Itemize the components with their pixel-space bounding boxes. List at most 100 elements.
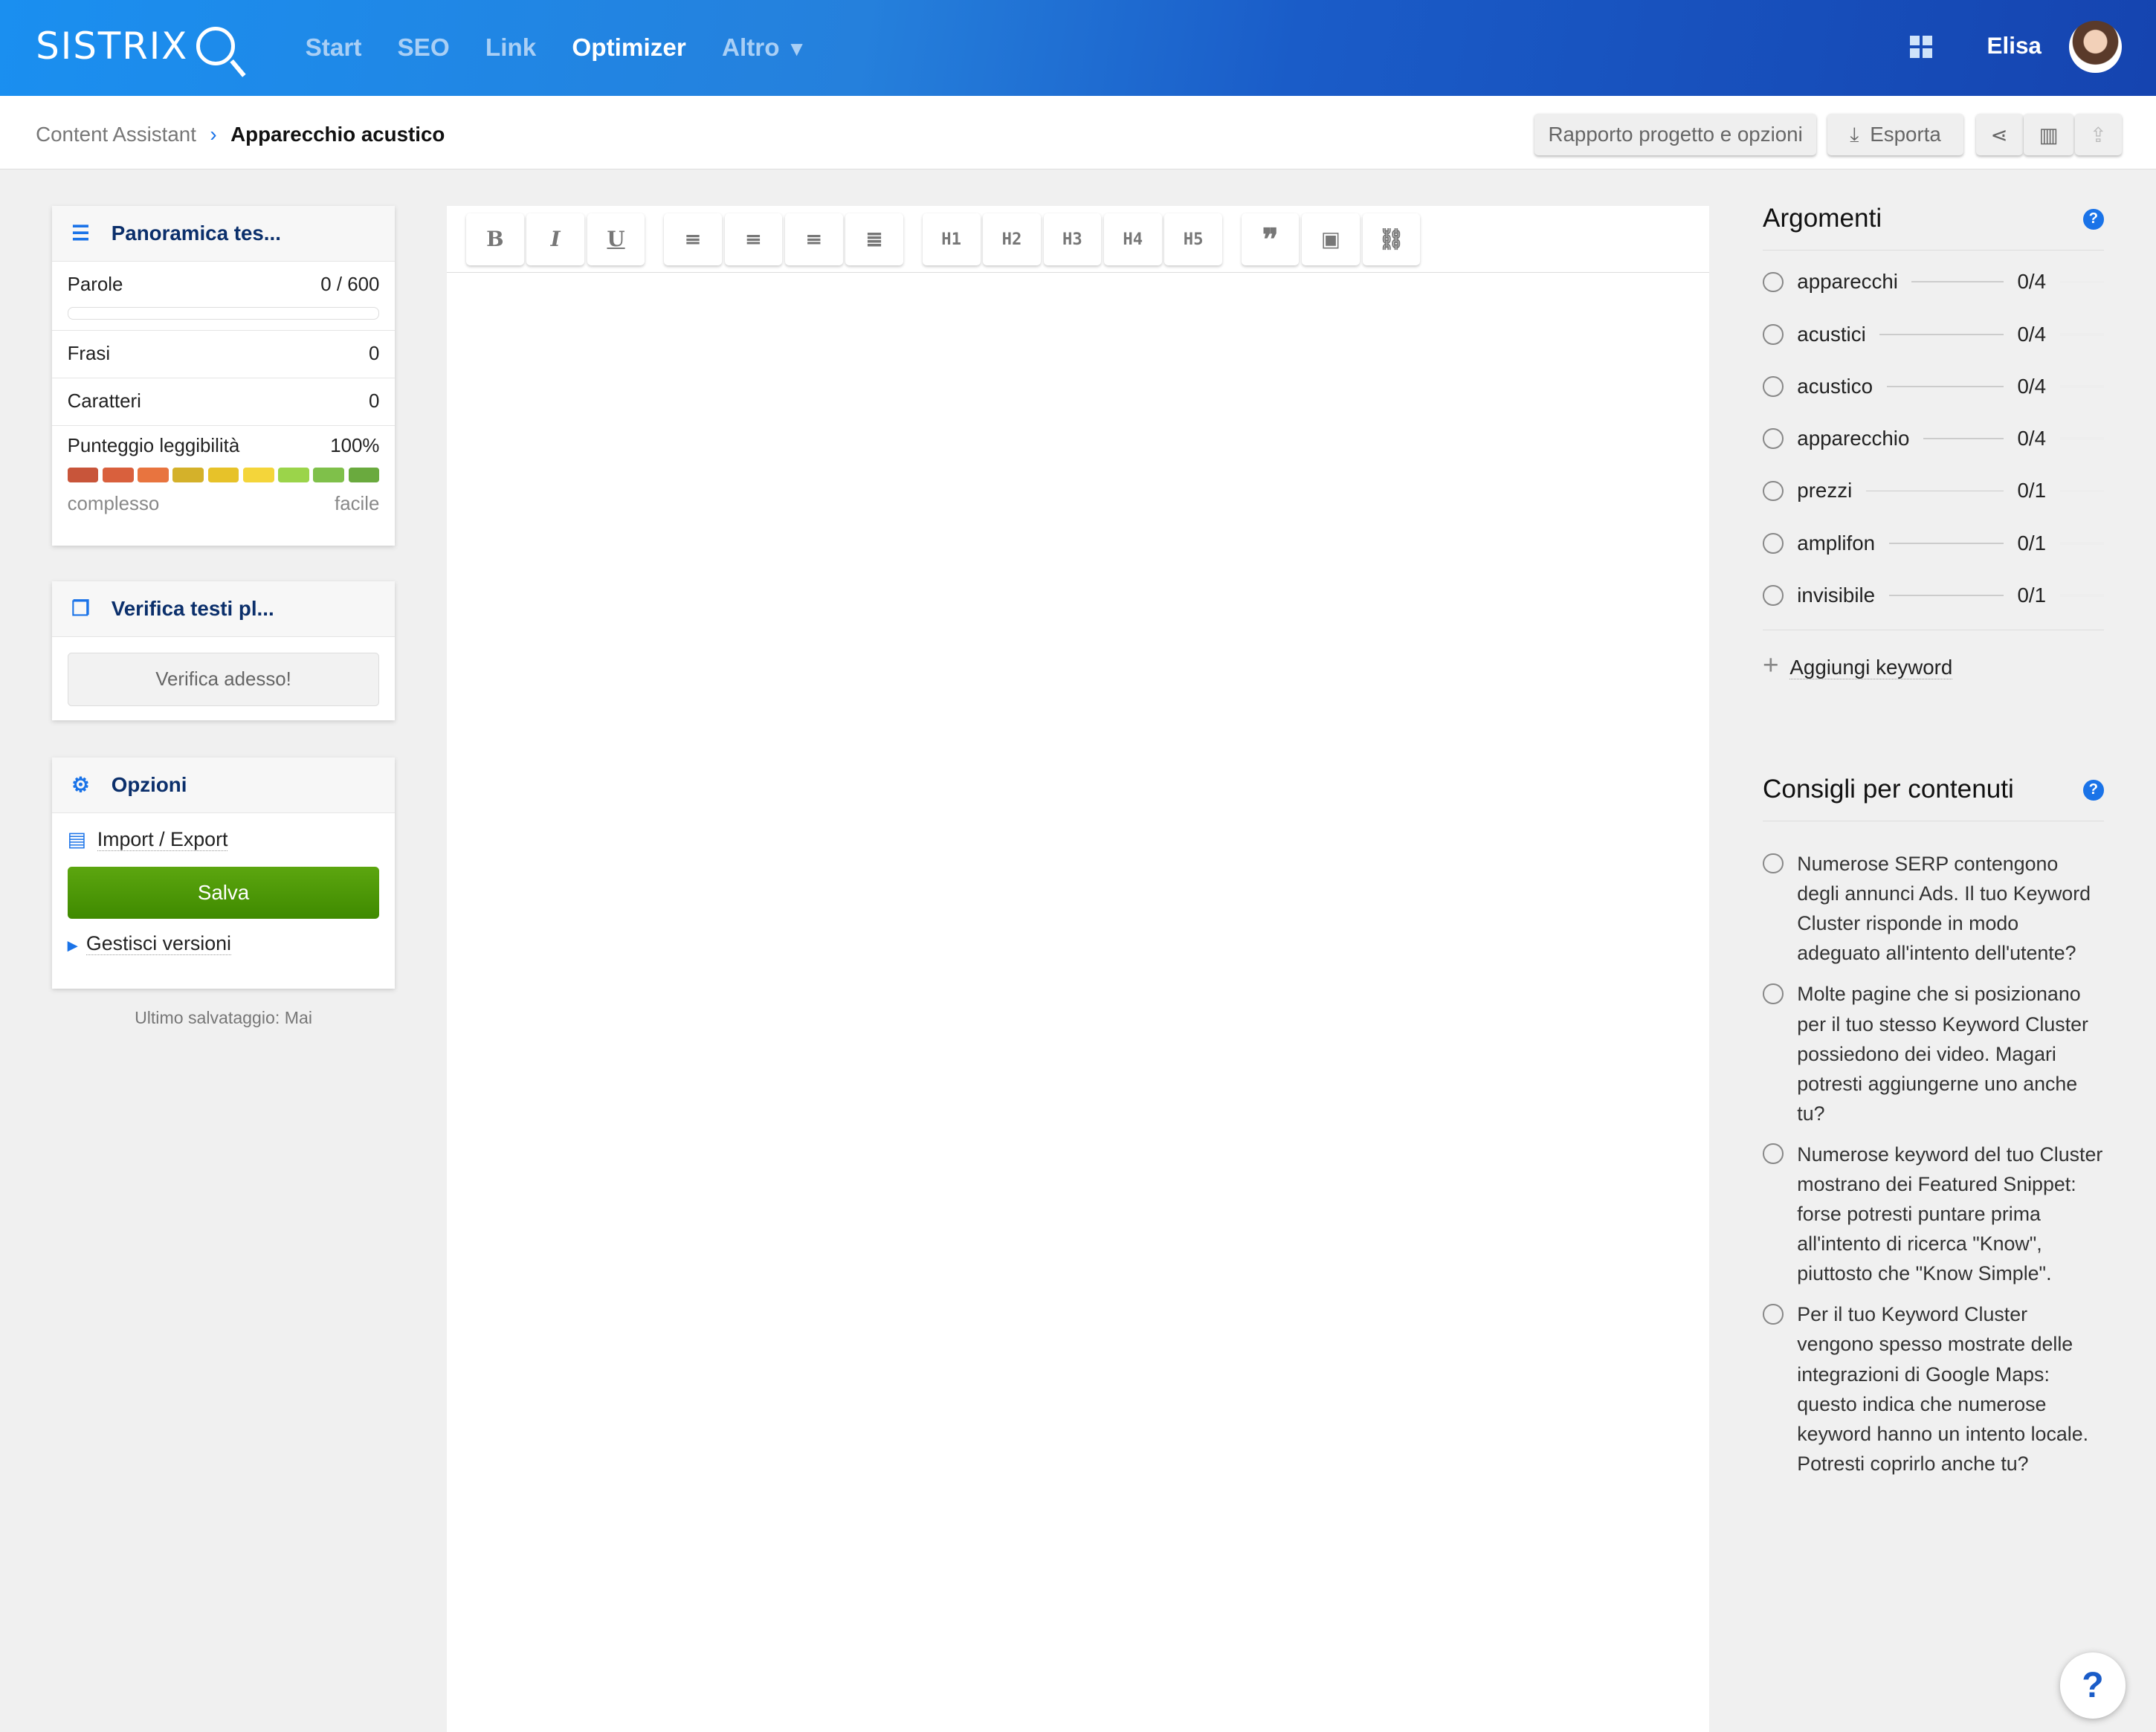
h5-button[interactable]: H5: [1164, 213, 1222, 265]
keyword-label: acustici: [1797, 322, 1866, 346]
options-panel: ⚙ Opzioni ▤ Import / Export Salva ▶ Gestisc…: [52, 757, 395, 989]
radio-circle-icon[interactable]: [1763, 271, 1784, 293]
h4-button[interactable]: H4: [1104, 213, 1162, 265]
radio-circle-icon[interactable]: [1763, 376, 1784, 397]
align-left-icon[interactable]: ≡: [664, 213, 722, 265]
readability-segment: [67, 467, 99, 482]
readability-segment: [242, 467, 274, 482]
export-label: Esporta: [1870, 123, 1941, 146]
import-export-link[interactable]: Import / Export: [97, 828, 228, 852]
radio-circle-icon[interactable]: [1763, 1143, 1784, 1165]
nav-link[interactable]: Link: [485, 34, 536, 62]
keyword-label: apparecchi: [1797, 270, 1898, 294]
keyword-item[interactable]: prezzi 0/1: [1763, 465, 2104, 517]
underline-button[interactable]: U: [587, 213, 645, 265]
keyword-count: 0/1: [2017, 584, 2047, 607]
top-navbar: SISTRIX Start SEO Link Optimizer Altro ▼…: [0, 0, 2156, 97]
keyword-item[interactable]: acustico 0/4: [1763, 361, 2104, 413]
align-center-icon[interactable]: ≡: [785, 213, 843, 265]
check-now-button[interactable]: Verifica adesso!: [67, 652, 380, 706]
keyword-leader-line: [1888, 595, 2004, 596]
radio-circle-icon[interactable]: [1763, 853, 1784, 874]
options-title: Opzioni: [111, 773, 187, 797]
logo-text: SISTRIX: [36, 25, 189, 68]
radio-circle-icon[interactable]: [1763, 428, 1784, 450]
keyword-label: amplifon: [1797, 531, 1876, 555]
radio-circle-icon[interactable]: [1763, 983, 1784, 1004]
words-progress-bar: [67, 306, 380, 320]
align-right-icon[interactable]: ≡: [725, 213, 783, 265]
bold-button[interactable]: B: [466, 213, 524, 265]
overview-panel: ☰ Panoramica tes... Parole 0 / 600 Frasi 0 …: [52, 206, 395, 546]
keyword-count: 0/1: [2017, 479, 2047, 503]
radio-circle-icon[interactable]: [1763, 585, 1784, 606]
report-options-button[interactable]: Rapporto progetto e opzioni: [1534, 114, 1817, 155]
tip-item[interactable]: Molte pagine che si posizionano per il t…: [1763, 979, 2104, 1128]
chars-value: 0: [369, 391, 380, 413]
share-button[interactable]: ⋖: [1975, 114, 2023, 155]
chars-label: Caratteri: [67, 391, 141, 413]
image-icon[interactable]: ▣: [1302, 213, 1360, 265]
readability-scale: [52, 467, 395, 482]
keyword-progress-bar: [2059, 437, 2104, 441]
save-button[interactable]: Salva: [67, 866, 380, 919]
keyword-item[interactable]: apparecchi 0/4: [1763, 256, 2104, 308]
keyword-progress-bar: [2059, 332, 2104, 336]
caret-right-icon: ▶: [67, 937, 78, 954]
keyword-item[interactable]: acustici 0/4: [1763, 308, 2104, 361]
export-button[interactable]: ⤓ Esporta: [1827, 114, 1964, 155]
readability-segment: [313, 467, 345, 482]
h1-button[interactable]: H1: [923, 213, 981, 265]
link-icon[interactable]: ⛓: [1363, 213, 1421, 265]
nav-seo[interactable]: SEO: [397, 34, 449, 62]
user-name[interactable]: Elisa: [1987, 33, 2042, 59]
keyword-item[interactable]: apparecchio 0/4: [1763, 413, 2104, 465]
book-button[interactable]: ▥: [2024, 114, 2074, 155]
italic-button[interactable]: I: [526, 213, 584, 265]
keyword-count: 0/1: [2017, 531, 2047, 555]
quote-icon[interactable]: ❞: [1242, 213, 1300, 265]
tip-item[interactable]: Numerose keyword del tuo Cluster mostran…: [1763, 1140, 2104, 1289]
align-justify-icon[interactable]: ≣: [845, 213, 903, 265]
radio-circle-icon[interactable]: [1763, 532, 1784, 554]
upload-button[interactable]: ⇪: [2074, 114, 2122, 155]
keyword-item[interactable]: amplifon 0/1: [1763, 517, 2104, 569]
plagiarism-title[interactable]: Verifica testi pl...: [112, 597, 274, 620]
h2-button[interactable]: H2: [983, 213, 1041, 265]
breadcrumb-parent[interactable]: Content Assistant: [36, 123, 196, 146]
radio-circle-icon[interactable]: [1763, 323, 1784, 345]
nav-optimizer[interactable]: Optimizer: [572, 34, 686, 62]
readability-segment: [348, 467, 380, 482]
share-icon: ⋖: [1990, 123, 2008, 146]
avatar[interactable]: [2069, 20, 2122, 73]
list-icon: ☰: [71, 222, 91, 245]
manage-versions-link[interactable]: Gestisci versioni: [85, 932, 231, 956]
last-save-status: Ultimo salvataggio: Mai: [135, 1007, 312, 1027]
radio-circle-icon[interactable]: [1763, 480, 1784, 502]
keyword-progress-bar: [2059, 280, 2104, 284]
keyword-label: acustico: [1797, 374, 1873, 398]
add-keyword-link[interactable]: Aggiungi keyword: [1789, 656, 1953, 680]
readability-segment: [278, 467, 309, 482]
help-icon[interactable]: ?: [2082, 209, 2104, 230]
overview-title[interactable]: Panoramica tes...: [112, 222, 281, 245]
apps-grid-icon[interactable]: [1909, 36, 1932, 58]
plus-icon: +: [1763, 650, 1779, 681]
readability-segment: [138, 467, 169, 482]
keyword-leader-line: [1865, 490, 2004, 492]
keyword-progress-bar: [2059, 541, 2104, 545]
nav-altro[interactable]: Altro ▼: [722, 34, 807, 62]
sistrix-logo[interactable]: SISTRIX: [36, 25, 236, 68]
text-editor[interactable]: B I U ≡ ≡ ≡ ≣ H1 H2 H3 H4 H5 ❞ ▣ ⛓: [447, 206, 1709, 1732]
tip-item[interactable]: Per il tuo Keyword Cluster vengono spess…: [1763, 1299, 2104, 1479]
words-value: 0 / 600: [320, 274, 380, 296]
breadcrumb: Content Assistant › Apparecchio acustico: [36, 123, 445, 146]
help-icon[interactable]: ?: [2082, 780, 2104, 801]
keyword-item[interactable]: invisibile 0/1: [1763, 569, 2104, 621]
radio-circle-icon[interactable]: [1763, 1303, 1784, 1325]
nav-start[interactable]: Start: [306, 34, 362, 62]
h3-button[interactable]: H3: [1044, 213, 1102, 265]
help-button[interactable]: ?: [2059, 1652, 2126, 1719]
words-label: Parole: [67, 274, 123, 296]
tip-item[interactable]: Numerose SERP contengono degli annunci A…: [1763, 849, 2104, 969]
